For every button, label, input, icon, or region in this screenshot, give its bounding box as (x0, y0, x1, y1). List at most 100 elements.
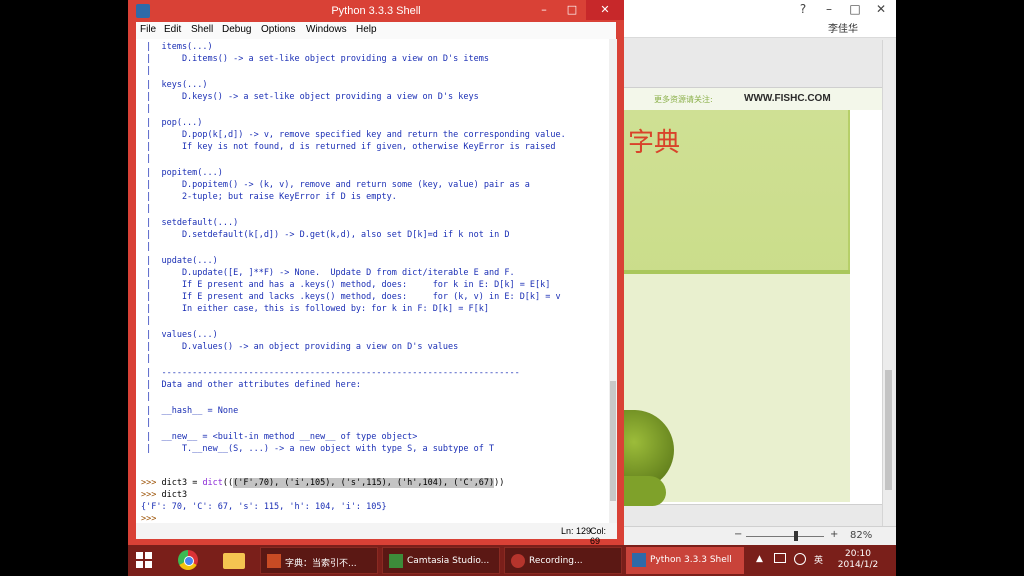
minimize-button[interactable]: – (530, 0, 558, 20)
menu-options[interactable]: Options (261, 24, 295, 35)
idle-shell-window: Python 3.3.3 Shell – □ ✕ File Edit Shell… (128, 0, 624, 546)
help-text-line: | D.update([E, ]**F) -> None. Update D f… (141, 268, 515, 278)
help-text-line: | __hash__ = None (141, 406, 239, 416)
taskbar-camtasia[interactable]: Camtasia Studio... (382, 547, 500, 574)
help-text-line: | In either case, this is followed by: f… (141, 304, 489, 314)
help-text-line: | pop(...) (141, 118, 203, 128)
bg-close-button[interactable]: ✕ (870, 2, 892, 16)
shell-prompt: >>> (141, 514, 162, 523)
help-text-line: | D.items() -> a set-like object providi… (141, 54, 489, 64)
shell-output-line: {'F': 70, 'C': 67, 's': 115, 'h': 104, '… (141, 502, 387, 512)
help-text-line: | D.values() -> an object providing a vi… (141, 342, 459, 352)
menu-shell[interactable]: Shell (191, 24, 213, 35)
help-text-line: | D.popitem() -> (k, v), remove and retu… (141, 180, 530, 190)
shell-scrollbar[interactable] (609, 39, 617, 523)
help-text-line: | If E present and lacks .keys() method,… (141, 292, 561, 302)
builtin-name: dict (202, 478, 223, 488)
help-text-line: | (141, 418, 162, 428)
help-text-line: | (141, 354, 162, 364)
taskbar-label: Python 3.3.3 Shell (650, 555, 732, 565)
network-icon[interactable] (794, 553, 806, 565)
close-button[interactable]: ✕ (586, 0, 624, 20)
zoom-slider[interactable] (746, 536, 824, 537)
bg-minimize-button[interactable]: – (818, 2, 840, 16)
shell-command-line: >>> dict3 (141, 489, 187, 501)
help-text-line: | T.__new__(S, ...) -> a new object with… (141, 444, 495, 454)
help-text-line: | (141, 242, 162, 252)
help-text-line: | --------------------------------------… (141, 368, 520, 378)
chrome-icon[interactable] (168, 548, 208, 574)
zoom-slider-knob[interactable] (794, 531, 798, 541)
shell-text-area[interactable]: | items(...) | D.items() -> a set-like o… (136, 39, 609, 523)
menu-edit[interactable]: Edit (164, 24, 181, 35)
slide-header: 更多资源请关注: WWW.FISHC.COM (624, 88, 882, 110)
taskbar-label: Camtasia Studio... (407, 556, 490, 566)
help-text-line: | update(...) (141, 256, 218, 266)
bg-maximize-button[interactable]: □ (844, 2, 866, 16)
help-text-line: | Data and other attributes defined here… (141, 380, 362, 390)
slide-ad-text: 更多资源请关注: (654, 95, 713, 104)
camtasia-icon (389, 554, 403, 568)
help-text-line: | D.keys() -> a set-like object providin… (141, 92, 479, 102)
slide-title: 字典 (628, 128, 681, 158)
taskbar-recording[interactable]: Recording... (504, 547, 622, 574)
shell-prompt: >>> (141, 478, 162, 488)
menu-windows[interactable]: Windows (306, 24, 347, 35)
help-text-line: | (141, 66, 162, 76)
shell-command-line: >>> dict3 = dict((('F',70), ('i',105), (… (141, 477, 504, 489)
help-text-line: | keys(...) (141, 80, 208, 90)
input-language[interactable]: 英 (814, 553, 823, 566)
help-text-line: | items(...) (141, 42, 213, 52)
folder-icon[interactable] (214, 548, 254, 574)
menu-bar: File Edit Shell Debug Options Windows He… (136, 22, 616, 39)
taskbar-python-shell[interactable]: Python 3.3.3 Shell (626, 547, 744, 574)
display-icon[interactable] (774, 553, 786, 563)
taskbar-powerpoint[interactable]: 字典：当索引不... (260, 547, 378, 574)
menu-help[interactable]: Help (356, 24, 377, 35)
slide-body: 字典 (624, 110, 850, 506)
shell-statusbar: Ln: 129 Col: 69 (136, 523, 617, 546)
column-number: Col: 69 (590, 526, 607, 546)
help-text-line: | values(...) (141, 330, 218, 340)
shell-prompt: >>> (141, 490, 162, 500)
help-text-line: | D.setdefault(k[,d]) -> D.get(k,d), als… (141, 230, 510, 240)
turtle-body-image (624, 476, 666, 506)
help-text-line: | (141, 104, 162, 114)
help-text-line: | 2-tuple; but raise KeyError if D is em… (141, 192, 397, 202)
menu-debug[interactable]: Debug (222, 24, 251, 35)
help-text-line: | (141, 316, 162, 326)
zoom-in-button[interactable]: + (830, 529, 838, 540)
maximize-button[interactable]: □ (558, 0, 586, 20)
help-text-line: | __new__ = <built-in method __new__ of … (141, 432, 418, 442)
help-text-line: | popitem(...) (141, 168, 223, 178)
slide-scrollbar-thumb[interactable] (885, 370, 892, 490)
recording-icon (511, 554, 525, 568)
code-text: (( (222, 478, 234, 488)
help-text-line: | (141, 392, 162, 402)
slide-canvas[interactable]: 更多资源请关注: WWW.FISHC.COM 字典 (623, 87, 883, 506)
help-text-line: | If key is not found, d is returned if … (141, 142, 556, 152)
slide-scrollbar[interactable] (882, 40, 894, 526)
menu-file[interactable]: File (140, 24, 156, 35)
slide-site-text: WWW.FISHC.COM (744, 93, 831, 104)
window-titlebar[interactable]: Python 3.3.3 Shell – □ ✕ (128, 0, 624, 22)
user-name[interactable]: 李佳华 (828, 20, 858, 35)
line-number: Ln: 129 (561, 526, 592, 536)
help-text-line: | D.pop(k[,d]) -> v, remove specified ke… (141, 130, 566, 140)
clock-date: 2014/1/2 (837, 560, 879, 570)
zoom-out-button[interactable]: − (734, 529, 742, 540)
shell-scrollbar-thumb[interactable] (610, 381, 616, 501)
windows-start-icon[interactable] (136, 552, 152, 568)
clock[interactable]: 20:10 2014/1/2 (828, 549, 888, 571)
code-text: dict3 (161, 490, 188, 500)
help-text-line: | setdefault(...) (141, 218, 239, 228)
powerpoint-icon (267, 554, 281, 568)
taskbar-label: 字典：当索引不... (285, 559, 357, 569)
help-button[interactable]: ? (792, 2, 814, 16)
zoom-level[interactable]: 82% (850, 530, 872, 541)
help-text-line: | (141, 154, 162, 164)
tray-expand-icon[interactable]: ▲ (756, 554, 763, 564)
help-text-line: | (141, 204, 162, 214)
background-statusbar: − + 82% (598, 526, 896, 545)
selected-text: ('F',70), ('i',105), ('s',115), ('h',104… (233, 478, 495, 488)
